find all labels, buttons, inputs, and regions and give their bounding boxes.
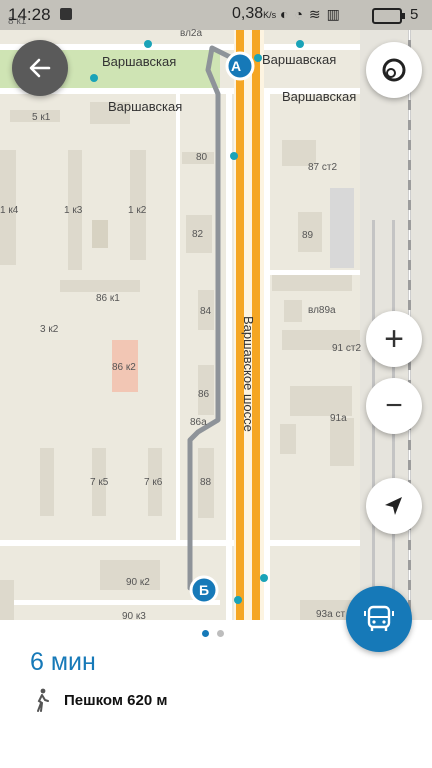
my-location-button[interactable] — [366, 478, 422, 534]
label-86a: 86а — [190, 417, 207, 428]
page-indicator — [202, 630, 224, 637]
label-86k1: 86 к1 — [96, 293, 120, 304]
label-86k2: 86 к2 — [112, 362, 136, 373]
page-dot-active — [202, 630, 209, 637]
walking-person-icon — [37, 688, 49, 712]
point-a-label: А — [231, 58, 241, 74]
label-1k3: 1 к3 — [64, 205, 83, 216]
transit-mode-button[interactable] — [346, 586, 412, 652]
label-82: 82 — [192, 229, 204, 240]
plus-icon: + — [384, 319, 404, 358]
zoom-out-button[interactable]: − — [366, 378, 422, 434]
label-87st2: 87 ст2 — [308, 162, 337, 173]
label-1k4: 1 к4 — [0, 205, 19, 216]
label-metro-left: Варшавская — [102, 54, 176, 69]
street-label: Варшавское шоссе — [241, 316, 256, 432]
map-view[interactable]: А Б Варшавская Варшавская Варшавская Вар… — [0, 0, 432, 620]
label-88: 88 — [200, 477, 212, 488]
label-91st2: 91 ст2 — [332, 343, 361, 354]
location-arrow-icon — [385, 497, 402, 515]
compass-icon — [382, 58, 406, 82]
label-7k5: 7 к5 — [90, 477, 109, 488]
label-3k2: 3 к2 — [40, 324, 59, 335]
back-button[interactable] — [12, 40, 68, 96]
label-metro-top-2: Варшавская — [108, 99, 182, 114]
battery-level: 5 — [410, 6, 419, 23]
status-bar: 14:28 0,38K/s ◐◔≋▥ 5 — [0, 0, 432, 30]
page-dot[interactable] — [217, 630, 224, 637]
status-time: 14:28 — [8, 5, 51, 24]
minus-icon: − — [385, 389, 403, 422]
label-91a: 91а — [330, 413, 347, 424]
label-93a: 93а ст — [316, 609, 345, 620]
walk-distance: Пешком 620 м — [64, 691, 168, 709]
label-vl89a: вл89а — [308, 305, 336, 316]
label-metro-top-1: Варшавская — [282, 89, 356, 104]
label-5k1: 5 к1 — [32, 112, 51, 123]
walk-segment: Пешком 620 м — [34, 688, 167, 712]
arrow-left-icon — [29, 58, 51, 78]
map-canvas[interactable]: А Б Варшавская Варшавская Варшавская Вар… — [0, 0, 432, 620]
bus-icon — [364, 605, 394, 631]
label-86: 86 — [198, 389, 210, 400]
label-84: 84 — [200, 306, 212, 317]
label-metro-right: Варшавская — [262, 52, 336, 67]
status-icons: ◐◔≋▥ — [280, 6, 346, 22]
label-1k2: 1 к2 — [128, 205, 147, 216]
label-90k2: 90 к2 — [126, 577, 150, 588]
point-b-label: Б — [199, 582, 209, 598]
notification-icon — [60, 8, 72, 20]
label-80: 80 — [196, 152, 208, 163]
zoom-in-button[interactable]: + — [366, 311, 422, 367]
status-speed: 0,38K/s — [232, 5, 277, 22]
label-7k6: 7 к6 — [144, 477, 163, 488]
battery-icon — [372, 8, 405, 24]
label-90k3: 90 к3 — [122, 611, 146, 620]
layers-button[interactable] — [366, 42, 422, 98]
route-duration: 6 мин — [30, 648, 96, 676]
label-89: 89 — [302, 230, 314, 241]
